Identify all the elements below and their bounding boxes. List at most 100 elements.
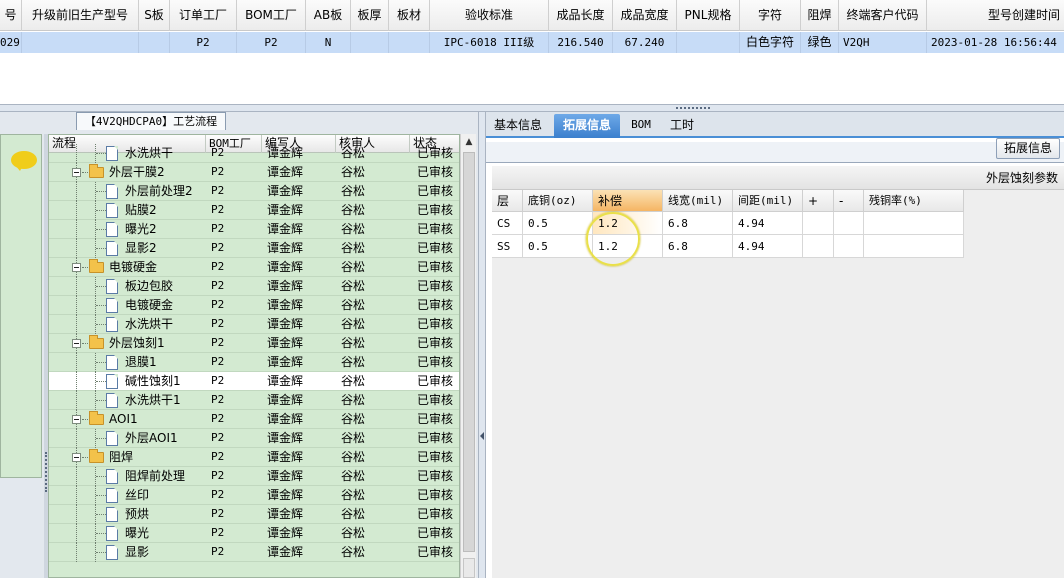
tab-work-hours[interactable]: 工时 xyxy=(662,114,702,138)
param-cell-residual-copper[interactable] xyxy=(864,212,964,235)
param-cell-base-copper[interactable]: 0.5 xyxy=(523,235,593,258)
tree-cell-flow: 电镀硬金 xyxy=(125,298,174,312)
vertical-splitter[interactable] xyxy=(478,112,486,578)
process-tree-row[interactable]: 丝印 P2 谭金辉 谷松 已审核 xyxy=(49,486,459,505)
process-tree-row[interactable]: 外层AOI1 P2 谭金辉 谷松 已审核 xyxy=(49,429,459,448)
col-header-width[interactable]: 成品宽度 xyxy=(613,0,677,31)
scrollbar-track[interactable] xyxy=(463,152,475,552)
process-tree-row[interactable]: 曝光2 P2 谭金辉 谷松 已审核 xyxy=(49,220,459,239)
process-tree-row[interactable]: 预烘 P2 谭金辉 谷松 已审核 xyxy=(49,505,459,524)
tree-cell-status: 已审核 xyxy=(417,184,454,198)
process-tree-row[interactable]: 外层前处理2 P2 谭金辉 谷松 已审核 xyxy=(49,182,459,201)
process-flow-tab[interactable]: 【4V2QHDCPA0】工艺流程 xyxy=(76,112,226,130)
col-header-bom-factory[interactable]: BOM工厂 xyxy=(237,0,306,31)
process-tree-row[interactable]: 电镀硬金 P2 谭金辉 谷松 已审核 xyxy=(49,296,459,315)
process-tree-row[interactable]: 阻焊前处理 P2 谭金辉 谷松 已审核 xyxy=(49,467,459,486)
param-cell-layer[interactable]: SS xyxy=(492,235,523,258)
col-header-material[interactable]: 板材 xyxy=(389,0,430,31)
param-col-minus[interactable]: - xyxy=(834,190,864,212)
etch-params-title: 外层蚀刻参数 xyxy=(492,166,1064,190)
process-tree-row[interactable]: 阻焊 P2 谭金辉 谷松 已审核 xyxy=(49,448,459,467)
comment-bubble-icon[interactable] xyxy=(11,151,37,171)
col-header-old-model[interactable]: 升级前旧生产型号 xyxy=(22,0,139,31)
document-icon xyxy=(106,317,118,332)
param-cell-residual-copper[interactable] xyxy=(864,235,964,258)
param-cell-plus[interactable] xyxy=(803,212,834,235)
tree-cell-flow: 阻焊前处理 xyxy=(125,469,186,483)
tree-cell-writer: 谭金辉 xyxy=(267,241,304,255)
process-tree-row[interactable]: 退膜1 P2 谭金辉 谷松 已审核 xyxy=(49,353,459,372)
collapse-toggle-icon[interactable] xyxy=(72,415,81,424)
col-header-ab-board[interactable]: AB板 xyxy=(306,0,351,31)
tree-guide-line xyxy=(96,248,106,249)
param-cell-plus[interactable] xyxy=(803,235,834,258)
collapse-toggle-icon[interactable] xyxy=(72,453,81,462)
param-cell-minus[interactable] xyxy=(834,212,864,235)
param-cell-line-width[interactable]: 6.8 xyxy=(663,212,733,235)
model-grid-row[interactable]: 029 P2 P2 N IPC-6018 III级 216.540 67.240… xyxy=(0,32,1064,53)
col-header-created[interactable]: 型号创建时间 xyxy=(927,0,1064,31)
col-header-length[interactable]: 成品长度 xyxy=(549,0,613,31)
process-panel: 【4V2QHDCPA0】工艺流程 流程 BOM工厂 编写人 核审人 状态 水洗烘… xyxy=(0,112,480,578)
horizontal-splitter[interactable] xyxy=(0,104,1064,112)
tab-basic-info[interactable]: 基本信息 xyxy=(486,114,550,138)
folder-icon xyxy=(89,449,104,463)
param-cell-minus[interactable] xyxy=(834,235,864,258)
param-cell-spacing[interactable]: 4.94 xyxy=(733,212,803,235)
tree-guide-line xyxy=(76,315,77,334)
col-header-mask[interactable]: 阻焊 xyxy=(801,0,839,31)
col-header-order-factory[interactable]: 订单工厂 xyxy=(170,0,237,31)
process-tree-row[interactable]: 曝光 P2 谭金辉 谷松 已审核 xyxy=(49,524,459,543)
param-cell-spacing[interactable]: 4.94 xyxy=(733,235,803,258)
param-col-line-width[interactable]: 线宽(mil) xyxy=(663,190,733,212)
tree-guide-line xyxy=(96,229,106,230)
scrollbar-thumb[interactable] xyxy=(463,558,475,578)
param-cell-line-width[interactable]: 6.8 xyxy=(663,235,733,258)
document-icon xyxy=(106,374,118,389)
param-cell-layer[interactable]: CS xyxy=(492,212,523,235)
param-col-layer[interactable]: 层 xyxy=(492,190,523,212)
col-header-pnl[interactable]: PNL规格 xyxy=(677,0,740,31)
col-header-char[interactable]: 字符 xyxy=(740,0,801,31)
tree-cell-bom: P2 xyxy=(211,222,225,235)
col-header-standard[interactable]: 验收标准 xyxy=(430,0,549,31)
col-header-s-board[interactable]: S板 xyxy=(139,0,170,31)
col-header-thickness[interactable]: 板厚 xyxy=(351,0,389,31)
divider-grip-icon xyxy=(45,452,47,492)
process-tree-row[interactable]: 板边包胶 P2 谭金辉 谷松 已审核 xyxy=(49,277,459,296)
process-tree-row[interactable]: 水洗烘干 P2 谭金辉 谷松 已审核 xyxy=(49,315,459,334)
process-tree-row[interactable]: 显影 P2 谭金辉 谷松 已审核 xyxy=(49,543,459,562)
process-tree-row[interactable]: AOI1 P2 谭金辉 谷松 已审核 xyxy=(49,410,459,429)
process-tree-row[interactable]: 水洗烘干1 P2 谭金辉 谷松 已审核 xyxy=(49,391,459,410)
collapse-toggle-icon[interactable] xyxy=(72,339,81,348)
extended-info-button[interactable]: 拓展信息 xyxy=(996,138,1060,159)
param-col-base-copper[interactable]: 底铜(oz) xyxy=(523,190,593,212)
collapse-toggle-icon[interactable] xyxy=(72,168,81,177)
tree-cell-bom: P2 xyxy=(211,507,225,520)
scroll-up-arrow-icon[interactable]: ▲ xyxy=(461,134,477,150)
tree-cell-writer: 谭金辉 xyxy=(267,488,304,502)
process-tree-row[interactable]: 外层干膜2 P2 谭金辉 谷松 已审核 xyxy=(49,163,459,182)
collapse-left-arrow-icon[interactable] xyxy=(480,432,484,440)
tab-extended-info[interactable]: 拓展信息 xyxy=(554,114,620,138)
param-col-compensation[interactable]: 补偿 xyxy=(593,190,663,212)
tree-cell-flow: 水洗烘干1 xyxy=(125,393,181,407)
tree-cell-status: 已审核 xyxy=(417,317,454,331)
collapse-toggle-icon[interactable] xyxy=(72,263,81,272)
param-cell-base-copper[interactable]: 0.5 xyxy=(523,212,593,235)
param-col-spacing[interactable]: 间距(mil) xyxy=(733,190,803,212)
tree-cell-bom: P2 xyxy=(211,450,225,463)
tree-scrollbar[interactable]: ▲ xyxy=(460,134,476,578)
process-tree-row[interactable]: 贴膜2 P2 谭金辉 谷松 已审核 xyxy=(49,201,459,220)
param-col-residual-copper[interactable]: 残铜率(%) xyxy=(864,190,964,212)
col-header-id[interactable]: 号 xyxy=(0,0,22,31)
process-tree-row[interactable]: 电镀硬金 P2 谭金辉 谷松 已审核 xyxy=(49,258,459,277)
tab-bom[interactable]: BOM xyxy=(624,114,658,138)
col-header-customer-code[interactable]: 终端客户代码 xyxy=(839,0,927,31)
param-col-plus[interactable]: + xyxy=(803,190,834,212)
process-tree-row[interactable]: 显影2 P2 谭金辉 谷松 已审核 xyxy=(49,239,459,258)
process-tree-row[interactable]: 水洗烘干 P2 谭金辉 谷松 已审核 xyxy=(49,144,459,163)
process-tree-row[interactable]: 碱性蚀刻1 P2 谭金辉 谷松 已审核 xyxy=(49,372,459,391)
tree-cell-bom: P2 xyxy=(211,146,225,159)
process-tree-row[interactable]: 外层蚀刻1 P2 谭金辉 谷松 已审核 xyxy=(49,334,459,353)
